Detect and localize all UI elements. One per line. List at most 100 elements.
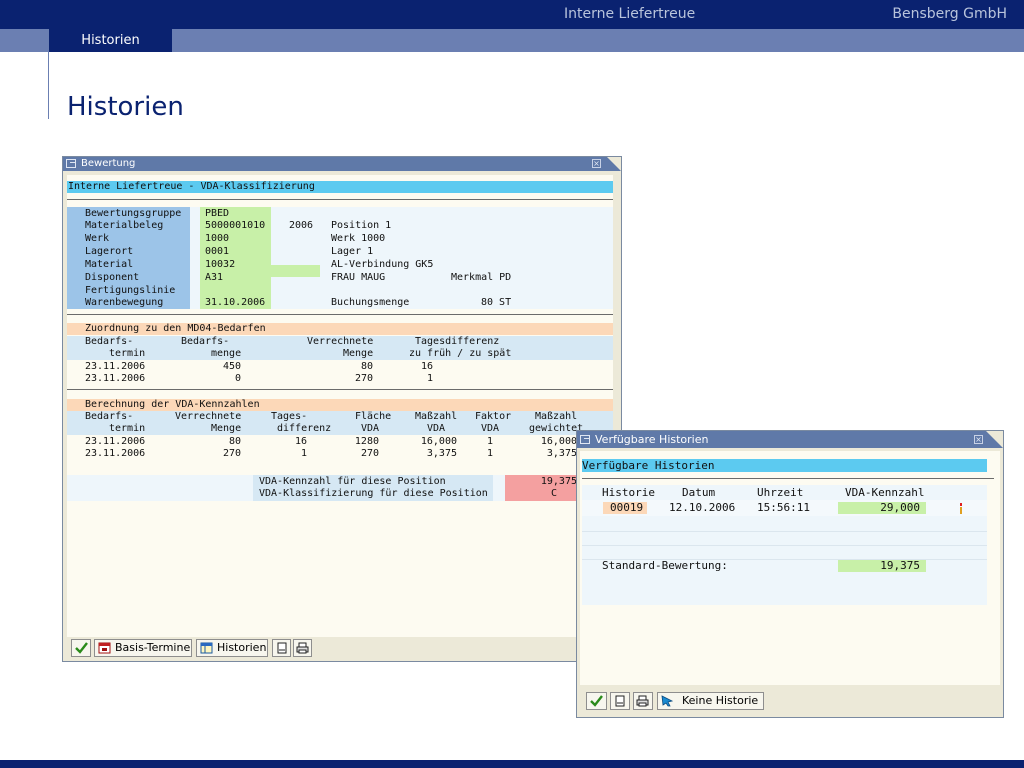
calendar-icon: [98, 642, 111, 654]
historien-label: Historien: [217, 641, 267, 654]
kennzahl-value: 29,000: [880, 501, 920, 514]
window-heading: Interne Liefertreue - VDA-Klassifizierun…: [68, 181, 315, 192]
vda-klassifizierung-label: VDA-Klassifizierung für diese Position: [259, 488, 488, 499]
printer-icon: [636, 695, 649, 707]
material-extra-bg: [271, 265, 320, 277]
col-header: Maßzahl: [415, 411, 458, 422]
document-icon: [277, 642, 287, 654]
row-divider: [582, 531, 987, 532]
print-preview-button[interactable]: [610, 692, 630, 710]
historien-window: Verfügbare Historien × Verfügbare Histor…: [576, 430, 1004, 718]
standard-bewertung-value: 19,375: [880, 559, 920, 572]
value-werk-name: Werk 1000: [331, 233, 386, 244]
standard-bewertung-label: Standard-Bewertung:: [602, 559, 728, 572]
col-header: Maßzahl: [535, 411, 578, 422]
resize-corner: [986, 431, 1003, 448]
col-header: Verrechnete: [307, 336, 374, 347]
value-materialbeleg: 5000001010: [205, 220, 266, 231]
historien-button-bar: Keine Historie: [580, 687, 1000, 715]
print-preview-button[interactable]: [272, 639, 291, 657]
confirm-button[interactable]: [71, 639, 91, 657]
label-warenbewegung: Warenbewegung: [85, 297, 164, 308]
section-berechnung-title: Berechnung der VDA-Kennzahlen: [85, 399, 260, 410]
col-header: Menge: [211, 423, 242, 434]
col-header-uhrzeit: Uhrzeit: [757, 486, 804, 499]
col-header: Bedarfs-: [181, 336, 230, 347]
historie-value[interactable]: 00019: [610, 502, 643, 514]
window-title: Bewertung: [81, 158, 136, 169]
col-header: VDA: [481, 423, 500, 434]
bewertung-window: Bewertung × Interne Liefertreue - VDA-Kl…: [62, 156, 622, 662]
page-title: Historien: [67, 92, 184, 122]
value-disponent: A31: [205, 272, 224, 283]
row-divider: [582, 545, 987, 546]
tab-historien[interactable]: Historien: [49, 29, 172, 52]
table-cell: 270: [354, 373, 373, 384]
close-icon[interactable]: ×: [974, 435, 983, 444]
checkmark-icon: [75, 642, 88, 654]
print-button[interactable]: [293, 639, 312, 657]
label-bewertungsgruppe: Bewertungsgruppe: [85, 208, 182, 219]
table-cell: 80: [360, 361, 373, 372]
col-header-datum: Datum: [682, 486, 716, 499]
window-titlebar[interactable]: Bewertung ×: [63, 157, 621, 171]
table-cell: 16,000: [420, 436, 457, 447]
value-warenbewegung: 31.10.2006: [205, 297, 266, 308]
table-cell: 3,375: [426, 448, 457, 459]
basis-termine-button[interactable]: Basis-Termine: [94, 639, 192, 657]
table-cell: 270: [222, 448, 241, 459]
col-header: Menge: [343, 348, 374, 359]
label-lagerort: Lagerort: [85, 246, 134, 257]
window-titlebar[interactable]: Verfügbare Historien ×: [577, 431, 1003, 448]
table-cell: 16,000: [540, 436, 577, 447]
keine-historie-label: Keine Historie: [682, 694, 759, 707]
table-cell: 23.11.2006: [85, 436, 146, 447]
table-cell: 1: [427, 373, 434, 384]
col-header: VDA: [361, 423, 380, 434]
value-material-name: AL-Verbindung GK5: [331, 259, 434, 270]
printer-icon: [296, 642, 309, 654]
company-name: Bensberg GmbH: [892, 6, 1007, 22]
keine-historie-button[interactable]: Keine Historie: [657, 692, 764, 710]
col-header: differenz: [277, 423, 332, 434]
value-bewertungsgruppe: PBED: [205, 208, 230, 219]
value-position: Position 1: [331, 220, 392, 231]
footer-bar: [0, 760, 1024, 768]
table-cell: 16: [421, 361, 434, 372]
confirm-button[interactable]: [586, 692, 607, 710]
value-disponent-name: FRAU MAUG: [331, 272, 386, 283]
table-cell: 80: [228, 436, 241, 447]
col-header: termin: [109, 348, 146, 359]
print-button[interactable]: [633, 692, 653, 710]
window-title: Verfügbare Historien: [595, 433, 709, 446]
table-cell: 1: [300, 448, 307, 459]
table-cell: 23.11.2006: [85, 448, 146, 459]
col-header-kennzahl: VDA-Kennzahl: [845, 486, 925, 499]
document-icon: [615, 695, 625, 707]
basis-termine-label: Basis-Termine: [115, 641, 191, 654]
app-title: Interne Liefertreue: [564, 6, 696, 22]
value-lager-name: Lager 1: [331, 246, 374, 257]
bewertung-button-bar: Basis-Termine Historien: [67, 637, 613, 659]
bewertung-content: Interne Liefertreue - VDA-Klassifizierun…: [67, 175, 613, 637]
table-cell: 1: [487, 448, 494, 459]
table-cell: 23.11.2006: [85, 361, 146, 372]
window-heading: Verfügbare Historien: [582, 459, 715, 472]
separator: [582, 478, 994, 479]
col-header: menge: [211, 348, 242, 359]
historien-button[interactable]: Historien: [196, 639, 268, 657]
label-material: Material: [85, 259, 134, 270]
info-marker-icon[interactable]: [958, 503, 964, 514]
table-cell: 16: [294, 436, 307, 447]
top-bar: Interne Liefertreue Bensberg GmbH: [0, 0, 1024, 29]
divider-line: [48, 29, 49, 119]
pointer-icon: [661, 695, 674, 707]
col-header-historie: Historie: [602, 486, 655, 499]
label-fertigungslinie: Fertigungslinie: [85, 285, 176, 296]
table-cell: 1280: [354, 436, 379, 447]
datum-value: 12.10.2006: [669, 501, 736, 514]
section-zuordnung-title: Zuordnung zu den MD04-Bedarfen: [85, 323, 266, 334]
col-header: Verrechnete: [175, 411, 242, 422]
close-icon[interactable]: ×: [592, 159, 601, 168]
value-buchungsmenge: 80 ST: [481, 297, 512, 308]
